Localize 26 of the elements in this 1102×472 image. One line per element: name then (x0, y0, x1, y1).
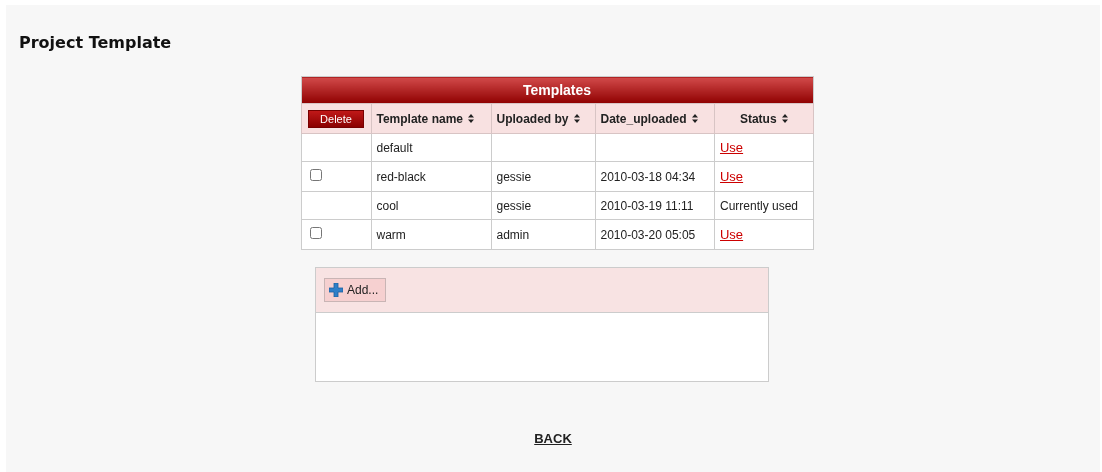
table-cell: warm (376, 227, 406, 242)
table-cell: default (376, 140, 413, 155)
use-link[interactable]: Use (720, 169, 744, 184)
page-title: Project Template (19, 33, 173, 52)
table-cell: gessie (496, 198, 532, 213)
table-cell: admin (496, 227, 530, 242)
use-link[interactable]: Use (720, 140, 744, 155)
sort-icon (781, 114, 788, 123)
sort-icon (468, 114, 474, 123)
sort-icon (573, 114, 580, 123)
row-checkbox[interactable] (309, 227, 322, 239)
table-cell: red-black (376, 169, 426, 184)
table-cell: 2010-03-19 11:11 (600, 198, 694, 213)
table-cell: 2010-03-18 04:34 (600, 169, 696, 184)
table-cell: gessie (496, 169, 532, 184)
use-link[interactable]: Use (720, 227, 744, 242)
table-cell: cool (376, 198, 399, 213)
table-title: Templates (301, 76, 813, 104)
delete-button[interactable]: Delete (308, 109, 364, 128)
back-link[interactable]: BACK (534, 431, 572, 446)
sort-icon (691, 114, 698, 123)
row-checkbox[interactable] (309, 169, 322, 181)
table-cell: 2010-03-20 05:05 (600, 227, 696, 242)
plus-icon (329, 283, 343, 297)
add-button[interactable]: Add... (324, 278, 387, 302)
status-text: Currently used (720, 198, 799, 213)
